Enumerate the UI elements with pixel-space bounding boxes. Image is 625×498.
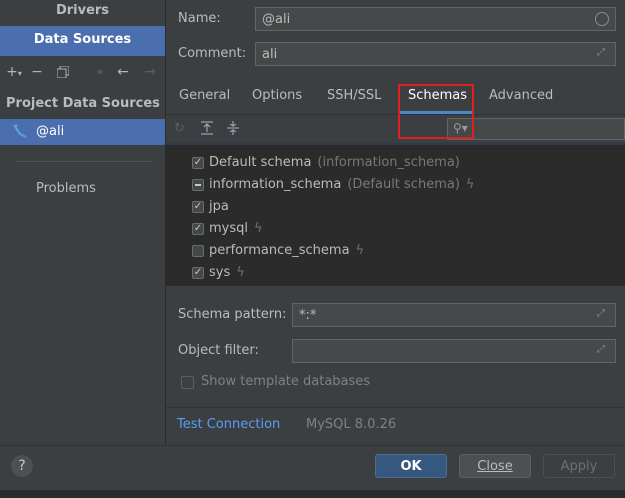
object-filter-label: Object filter: [178, 343, 259, 358]
schema-row[interactable]: ✓ mysql ϟ [166, 219, 625, 241]
forward-arrow-icon[interactable]: → [140, 58, 160, 86]
tab-drivers[interactable]: Drivers [0, 0, 165, 24]
all-schemas-row-partial [166, 143, 625, 145]
schema-pattern-label: Schema pattern: [178, 307, 287, 322]
name-field[interactable]: @ali [255, 7, 616, 31]
data-source-item-ali[interactable]: @ali [0, 119, 165, 145]
schema-name: information_schema [209, 177, 342, 192]
divider [15, 161, 152, 162]
schema-label-group: sys ϟ [209, 265, 245, 280]
schema-pattern-field[interactable]: *:* ⤢ [292, 303, 616, 327]
schema-name: performance_schema [209, 243, 350, 258]
bolt-icon: ϟ [465, 177, 475, 192]
schema-name: mysql [209, 221, 248, 236]
collapse-all-icon[interactable] [226, 120, 240, 140]
mysql-dolphin-icon [12, 122, 28, 140]
schema-pattern-value: *:* [299, 308, 317, 323]
problems-item[interactable]: Problems [36, 181, 96, 196]
schema-name: sys [209, 265, 231, 280]
tab-advanced[interactable]: Advanced [489, 88, 553, 103]
apply-button[interactable]: Apply [543, 454, 615, 478]
bolt-icon: ϟ [236, 265, 245, 280]
footer-divider [0, 445, 625, 446]
schema-checkbox[interactable]: ✓ [192, 157, 204, 169]
schema-name: jpa [209, 199, 229, 214]
schema-label-group: mysql ϟ [209, 221, 263, 236]
schema-checkbox[interactable]: ✓ [192, 267, 204, 279]
mysql-version-label: MySQL 8.0.26 [306, 417, 397, 432]
schema-checkbox[interactable] [192, 245, 204, 257]
divider [166, 407, 625, 408]
schema-checkbox[interactable] [192, 179, 204, 191]
schema-row[interactable]: ✓ Default schema (information_schema) [166, 153, 625, 175]
status-strip [0, 490, 625, 498]
project-data-sources-header: Project Data Sources [6, 96, 160, 111]
remove-icon[interactable]: − [27, 58, 47, 86]
schema-hint: (Default schema) [347, 177, 460, 192]
comment-field[interactable]: ali ⤢ [255, 42, 616, 66]
comment-value: ali [262, 47, 278, 62]
expand-icon[interactable]: ⤢ [597, 308, 609, 320]
tab-options[interactable]: Options [252, 88, 302, 103]
duplicate-icon[interactable] [53, 58, 73, 86]
schema-row[interactable]: ✓ jpa [166, 197, 625, 219]
ok-button[interactable]: OK [375, 454, 447, 478]
schema-checkbox[interactable]: ✓ [192, 201, 204, 213]
schema-label-group: performance_schema ϟ [209, 243, 364, 258]
comment-label: Comment: [178, 46, 247, 61]
back-arrow-icon[interactable]: ← [113, 58, 133, 86]
highlight-annotation [398, 84, 474, 139]
object-filter-field[interactable]: ⤢ [292, 339, 616, 363]
show-template-label: Show template databases [201, 374, 371, 389]
show-template-checkbox[interactable] [181, 376, 194, 389]
more-icon[interactable]: » [90, 58, 110, 86]
schema-row[interactable]: ✓ sys ϟ [166, 263, 625, 285]
bolt-icon: ϟ [355, 243, 365, 258]
schema-name: Default schema [209, 155, 312, 170]
color-circle-icon[interactable] [595, 12, 609, 26]
schema-hint: (information_schema) [317, 155, 460, 170]
schema-checkbox[interactable]: ✓ [192, 223, 204, 235]
sidebar-toolbar: +▾ − » ← → [0, 58, 165, 86]
schema-tree[interactable]: ✓ Default schema (information_schema)infor… [166, 143, 625, 286]
data-source-label: @ali [36, 124, 65, 139]
add-icon[interactable]: +▾ [4, 58, 24, 86]
name-label: Name: [178, 11, 221, 26]
bolt-icon: ϟ [254, 221, 263, 236]
tab-data-sources[interactable]: Data Sources [0, 26, 165, 56]
schema-row[interactable]: information_schema (Default schema) ϟ [166, 175, 625, 197]
help-button[interactable]: ? [11, 455, 33, 477]
refresh-icon[interactable]: ↻ [174, 121, 185, 136]
expand-icon[interactable]: ⤢ [597, 344, 609, 356]
schema-label-group: information_schema (Default schema) ϟ [209, 177, 474, 192]
name-value: @ali [262, 12, 291, 27]
expand-all-icon[interactable] [200, 120, 214, 140]
close-button[interactable]: Close [459, 454, 531, 478]
schema-row[interactable]: performance_schema ϟ [166, 241, 625, 263]
tab-ssh-ssl[interactable]: SSH/SSL [327, 88, 381, 103]
tab-general[interactable]: General [179, 88, 230, 103]
schema-label-group: Default schema (information_schema) [209, 155, 460, 170]
test-connection-link[interactable]: Test Connection [177, 417, 280, 432]
expand-icon[interactable]: ⤢ [597, 47, 609, 59]
